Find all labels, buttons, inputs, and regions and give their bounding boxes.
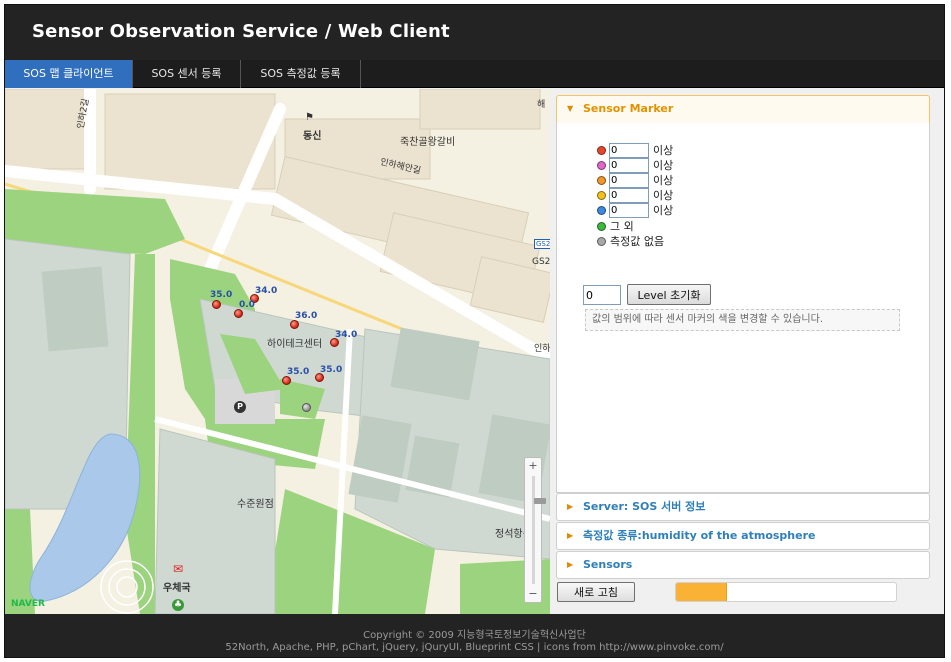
reading-value: 35.0 [287, 367, 310, 377]
chevron-right-icon: ▶ [567, 531, 574, 540]
tree-icon: ♣ [172, 599, 184, 611]
chevron-right-icon: ▶ [567, 560, 574, 569]
accordion-sensor-marker[interactable]: ▼ Sensor Marker [556, 95, 930, 123]
orange-dot-icon [597, 176, 606, 185]
sensor-marker[interactable] [315, 373, 324, 382]
level-reset-button[interactable]: Level 초기화 [627, 284, 711, 305]
level-label: 이상 [653, 204, 674, 217]
footer-credits: 52North, Apache, PHP, pChart, jQuery, jQ… [225, 642, 724, 653]
tab-measurement-register[interactable]: SOS 측정값 등록 [241, 60, 361, 88]
red-dot-icon [597, 146, 606, 155]
naver-logo: NAVER [11, 599, 45, 609]
map-label-dongsin: 동신 [303, 131, 322, 142]
sensor-marker[interactable] [234, 309, 243, 318]
sensor-marker-no-data[interactable] [302, 403, 311, 412]
footer: Copyright © 2009 지능형국토정보기술혁신사업단 52North,… [5, 614, 944, 657]
blue-dot-icon [597, 206, 606, 215]
accordion-title: 측정값 종류:humidity of the atmosphere [583, 529, 816, 542]
map-label-hitech: 하이테크센터 [267, 339, 323, 350]
zoom-control[interactable]: + − [524, 457, 546, 603]
level-2-input[interactable] [609, 158, 649, 173]
hint-text: 값의 범위에 따라 센서 마커의 색을 변경할 수 있습니다. [585, 309, 900, 331]
footer-copyright: Copyright © 2009 지능형국토정보기술혁신사업단 [363, 630, 586, 641]
map-view[interactable]: 인하2길 동신 죽찬골왕갈비 인하해안길 하이테크센터 수준원점 우체국 정석항… [5, 89, 550, 614]
accordion-title: Sensor Marker [583, 102, 674, 115]
level-label: 이상 [653, 144, 674, 157]
chevron-right-icon: ▶ [567, 502, 574, 511]
reading-value: 0.0 [239, 300, 255, 310]
refresh-button[interactable]: 새로 고침 [557, 582, 635, 602]
side-panel: ▼ Sensor Marker 이상 이상 이상 이상 [556, 95, 930, 579]
level-1-input[interactable] [609, 143, 649, 158]
progress-bar [675, 582, 897, 602]
reading-value: 34.0 [255, 286, 278, 296]
map-label-restaurant: 죽찬골왕갈비 [400, 137, 456, 148]
zoom-out-button[interactable]: − [527, 588, 539, 600]
accordion-measurement[interactable]: ▶ 측정값 종류:humidity of the atmosphere [556, 522, 930, 550]
sensor-marker[interactable] [212, 300, 221, 309]
map-label-inha: 인하 [534, 344, 550, 354]
level-5-input[interactable] [609, 203, 649, 218]
reading-value: 35.0 [210, 290, 233, 300]
app-title: Sensor Observation Service / Web Client [32, 21, 450, 42]
reading-value: 34.0 [335, 330, 358, 340]
reading-value: 35.0 [320, 365, 343, 375]
map-label-post-office: 우체국 [163, 583, 191, 594]
accordion-title: Sensors [583, 558, 633, 571]
sensor-marker-body: 이상 이상 이상 이상 이상 [556, 123, 930, 493]
map-base [5, 89, 550, 614]
level-4-input[interactable] [609, 188, 649, 203]
zoom-in-button[interactable]: + [527, 460, 539, 472]
gs25-icon: GS25 [534, 239, 550, 249]
level-3-input[interactable] [609, 173, 649, 188]
reading-value: 36.0 [295, 311, 318, 321]
tab-map-client[interactable]: SOS 맵 클라이언트 [5, 60, 133, 88]
parking-icon: P [234, 401, 246, 413]
sensor-marker[interactable] [290, 320, 299, 329]
pink-dot-icon [597, 161, 606, 170]
sensor-marker[interactable] [282, 376, 291, 385]
map-label-edge: 해 [537, 100, 546, 110]
other-label: 그 외 [610, 220, 634, 233]
level-label: 이상 [653, 159, 674, 172]
tab-sensor-register[interactable]: SOS 센서 등록 [133, 60, 241, 88]
level-label: 이상 [653, 174, 674, 187]
app-window: Sensor Observation Service / Web Client … [4, 4, 945, 658]
progress-fill [676, 583, 727, 601]
yellow-dot-icon [597, 191, 606, 200]
accordion-sensors[interactable]: ▶ Sensors [556, 551, 930, 579]
post-office-icon: ✉ [173, 562, 184, 576]
level-label: 이상 [653, 189, 674, 202]
zoom-thumb[interactable] [534, 498, 546, 504]
sensor-marker[interactable] [330, 338, 339, 347]
green-dot-icon [597, 222, 606, 231]
map-label-gs: GS2 [532, 257, 550, 267]
app-header: Sensor Observation Service / Web Client [5, 5, 944, 60]
accordion-title: Server: SOS 서버 정보 [583, 500, 706, 513]
level-count-input[interactable] [583, 285, 621, 305]
tab-bar: SOS 맵 클라이언트 SOS 센서 등록 SOS 측정값 등록 [5, 60, 944, 88]
no-data-label: 측정값 없음 [610, 235, 665, 248]
grey-dot-icon [597, 237, 606, 246]
map-label-water-level: 수준원점 [237, 499, 274, 510]
accordion-server[interactable]: ▶ Server: SOS 서버 정보 [556, 493, 930, 521]
pin-icon: ⚑ [305, 112, 314, 123]
zoom-track[interactable] [532, 476, 546, 584]
chevron-down-icon: ▼ [567, 104, 574, 113]
